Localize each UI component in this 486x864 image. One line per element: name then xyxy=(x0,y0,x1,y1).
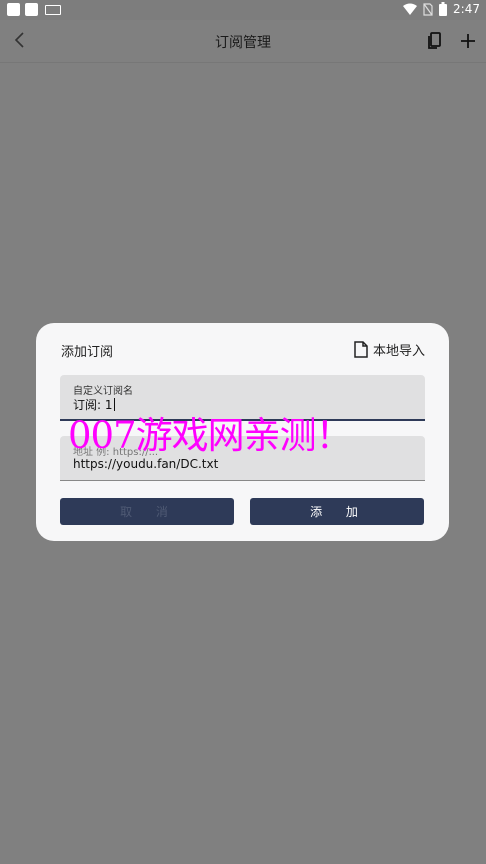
cancel-button[interactable]: 取 消 xyxy=(60,498,234,525)
notification-icon xyxy=(25,3,38,16)
subscription-url-value: https://youdu.fan/DC.txt xyxy=(73,457,219,471)
notification-icon xyxy=(7,3,20,16)
subscription-name-label: 自定义订阅名 xyxy=(73,386,133,397)
status-bar: 2:47 xyxy=(0,0,486,20)
battery-icon xyxy=(439,2,448,16)
local-import-button[interactable]: 本地导入 xyxy=(354,340,425,359)
local-import-label: 本地导入 xyxy=(372,344,425,359)
app-bar: 订阅管理 xyxy=(0,20,486,63)
file-icon xyxy=(354,341,368,358)
copy-icon[interactable] xyxy=(426,31,444,51)
plus-icon[interactable] xyxy=(458,31,478,51)
no-sim-icon xyxy=(423,2,433,16)
keyboard-icon xyxy=(45,4,61,15)
clock: 2:47 xyxy=(453,2,480,16)
add-button[interactable]: 添 加 xyxy=(250,498,424,525)
page-title: 订阅管理 xyxy=(215,35,271,51)
wifi-icon xyxy=(403,3,418,15)
watermark-text: 007游戏网亲测！ xyxy=(68,414,353,457)
dialog-title: 添加订阅 xyxy=(61,345,114,360)
